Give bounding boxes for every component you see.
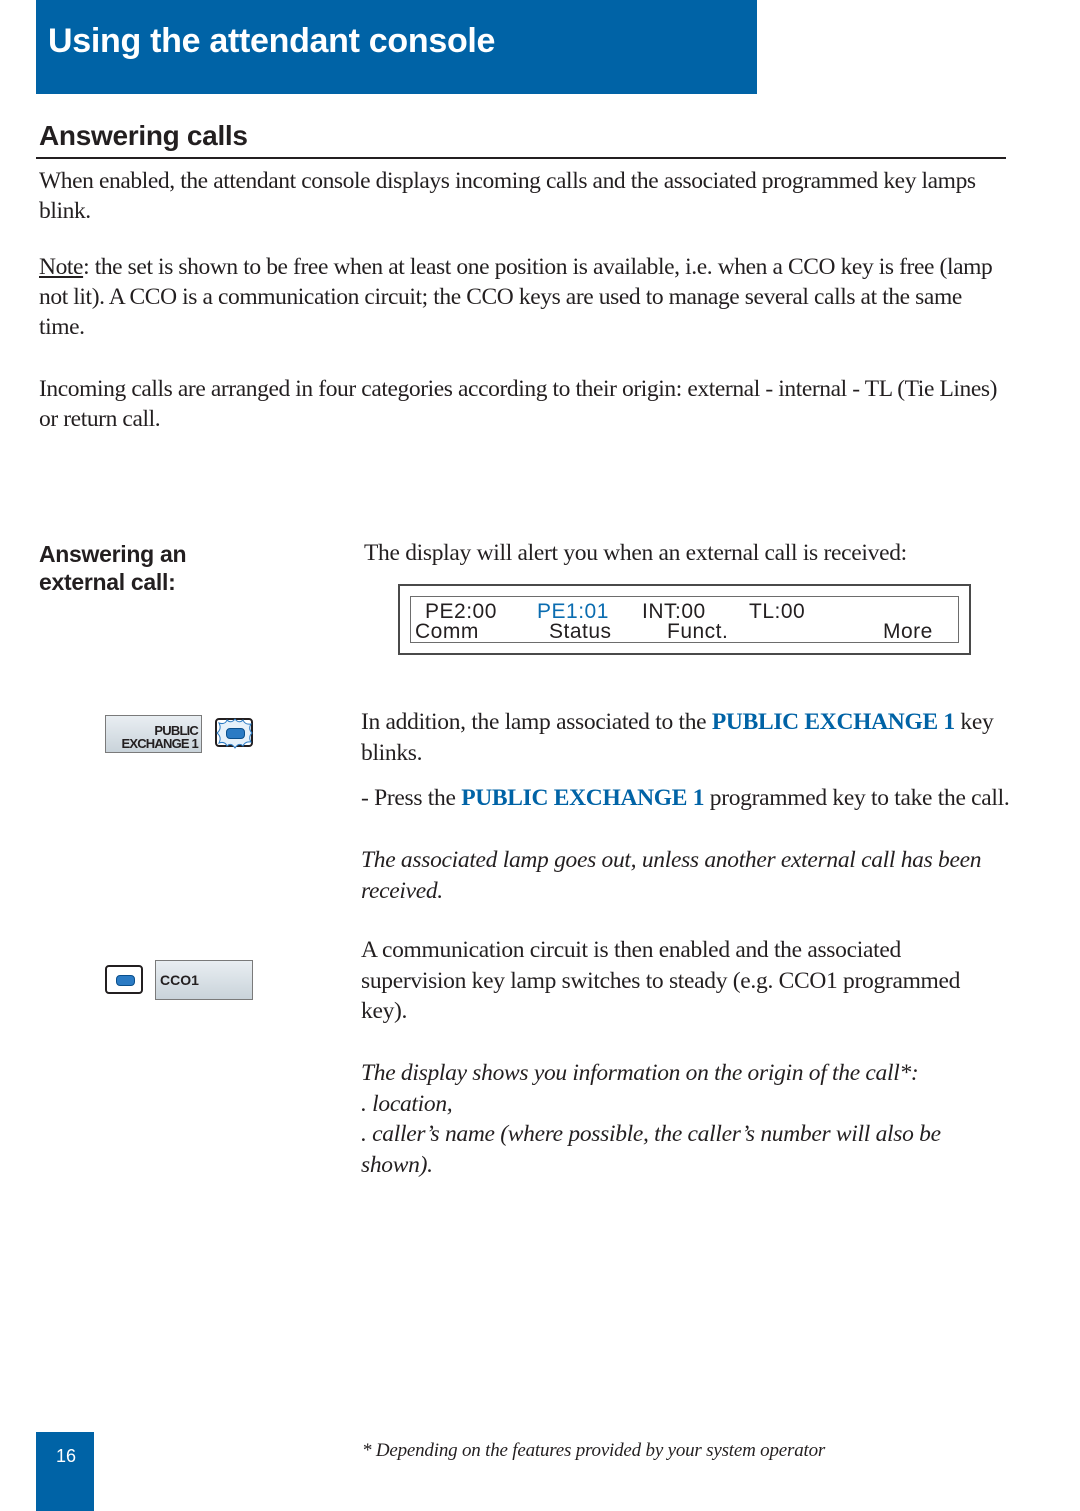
origin-item-location: . location, [361, 1090, 453, 1117]
section-divider [36, 157, 1006, 159]
subsection-title: Answering an external call: [39, 541, 187, 595]
display-softkey-comm[interactable]: Comm [415, 621, 479, 642]
text-fragment: - Press the [361, 785, 462, 811]
key-label-line2: EXCHANGE 1 [121, 736, 198, 751]
console-display: PE2:00 PE1:01 INT:00 TL:00 Comm Status F… [398, 584, 971, 655]
display-counter-pe1: PE1:01 [537, 600, 609, 623]
chapter-title: Using the attendant console [48, 22, 496, 60]
lamp-led [226, 728, 245, 739]
display-softkey-status[interactable]: Status [549, 621, 612, 642]
footnote: * Depending on the features provided by … [362, 1440, 826, 1461]
cco-text: A communication circuit is then enabled … [361, 937, 961, 1024]
key-name-highlight: PUBLIC EXCHANGE 1 [461, 785, 705, 811]
blinking-lamp-icon [215, 718, 253, 749]
cco-key-label: CCO1 [160, 972, 199, 988]
display-softkey-funct[interactable]: Funct. [667, 621, 728, 642]
origin-intro: The display shows you information on the… [361, 1060, 919, 1086]
display-softkey-more[interactable]: More [883, 621, 933, 642]
cco1-key[interactable]: CCO1 [155, 960, 253, 1000]
lamp-blink-text: In addition, the lamp associated to the … [361, 707, 1011, 768]
display-counter-int: INT:00 [642, 600, 706, 623]
categories-paragraph: Incoming calls are arranged in four cate… [39, 376, 998, 432]
page-number: 16 [56, 1446, 77, 1466]
note-paragraph: Note: the set is shown to be free when a… [39, 252, 1011, 342]
alert-text: The display will alert you when an exter… [364, 540, 907, 566]
intro-paragraph: When enabled, the attendant console disp… [39, 168, 976, 224]
display-screen: PE2:00 PE1:01 INT:00 TL:00 Comm Status F… [410, 596, 959, 643]
steady-lamp-icon [105, 965, 143, 994]
display-counter-pe2: PE2:00 [425, 600, 497, 623]
origin-info: The display shows you information on the… [361, 1058, 1011, 1180]
press-note: The associated lamp goes out, unless ano… [361, 847, 982, 904]
key-name-highlight: PUBLIC EXCHANGE 1 [711, 709, 955, 735]
text-fragment: programmed key to take the call. [704, 785, 1010, 811]
section-title: Answering calls [39, 120, 248, 151]
page-number-tab: 16 [36, 1432, 94, 1511]
origin-item-caller-name: . caller’s name (where possible, the cal… [361, 1121, 941, 1178]
press-instruction: - Press the PUBLIC EXCHANGE 1 programmed… [361, 783, 1011, 814]
note-text: : the set is shown to be free when at le… [39, 254, 993, 340]
lamp-led [116, 975, 135, 986]
display-counter-tl: TL:00 [749, 600, 806, 623]
note-label: Note [39, 254, 84, 280]
text-fragment: In addition, the lamp associated to the [361, 709, 712, 735]
chapter-header: Using the attendant console [36, 0, 757, 94]
public-exchange-1-key[interactable]: PUBLIC EXCHANGE 1 [105, 715, 202, 753]
